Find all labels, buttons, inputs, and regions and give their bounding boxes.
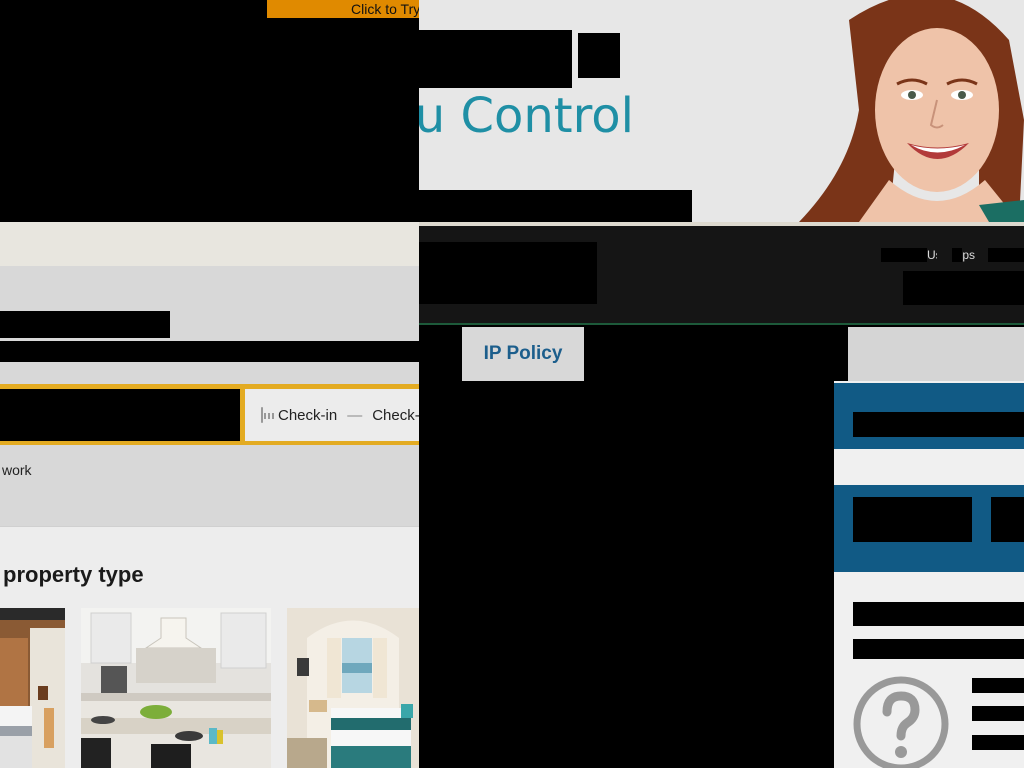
tab-ip-policy[interactable]: IP Policy	[462, 327, 584, 381]
help-question-icon[interactable]	[853, 676, 949, 768]
calendar-icon	[261, 407, 275, 423]
destination-input[interactable]	[0, 389, 240, 441]
redacted-hero-title-part	[578, 33, 620, 78]
redacted-sidebar-subheading	[853, 639, 1024, 659]
checkout-label: Check-out	[372, 406, 419, 424]
nav-link-contact-us[interactable]: Us	[881, 248, 937, 262]
property-card-resort[interactable]	[287, 608, 419, 768]
resort-room-image	[287, 608, 419, 768]
redacted-main-content	[419, 381, 834, 768]
sidebar-search-input[interactable]	[853, 412, 1024, 437]
nav-link-jobs[interactable]: ps	[946, 248, 975, 262]
redacted-sidebar-link[interactable]	[972, 735, 1024, 750]
site-logo[interactable]	[419, 242, 597, 304]
checkin-label: Check-in	[278, 406, 338, 424]
redacted-subheading	[0, 341, 419, 362]
hotel-room-image	[0, 608, 65, 768]
property-type-heading: property type	[3, 562, 144, 587]
nav-search-box[interactable]	[903, 271, 1024, 305]
apartment-kitchen-image	[81, 608, 271, 768]
redacted-hero-subtitle	[419, 190, 692, 222]
traveling-for-work-label[interactable]: work	[2, 462, 32, 478]
redacted-sidebar-link[interactable]	[972, 706, 1024, 721]
hero-tagline: ou Control	[419, 88, 679, 152]
property-card-hotel[interactable]	[0, 608, 65, 768]
nav-link-jobs-label: ps	[962, 248, 975, 262]
sidebar-secondary-button[interactable]	[991, 497, 1024, 542]
help-question-glyph	[853, 676, 949, 768]
sidebar-action-button[interactable]	[853, 497, 972, 542]
redacted-sidebar-heading	[853, 602, 1024, 626]
redacted-sidebar-link[interactable]	[972, 678, 1024, 693]
date-separator: —	[347, 406, 363, 424]
date-range-picker[interactable]: Check-in — Check-out	[245, 389, 419, 441]
hero-tagline-text: ou Control	[419, 88, 634, 144]
nav-link-contact-us-label: Us	[927, 248, 937, 262]
redacted-heading	[0, 311, 170, 338]
redacted-tab[interactable]	[584, 327, 848, 381]
booking-header-strip	[0, 222, 419, 266]
click-to-try-banner[interactable]: Click to Try	[267, 0, 419, 18]
property-card-apartment[interactable]	[81, 608, 271, 768]
tab-bar-filler	[848, 327, 1024, 381]
nav-link-redacted[interactable]	[988, 248, 1024, 262]
redacted-hero-title	[419, 30, 572, 88]
